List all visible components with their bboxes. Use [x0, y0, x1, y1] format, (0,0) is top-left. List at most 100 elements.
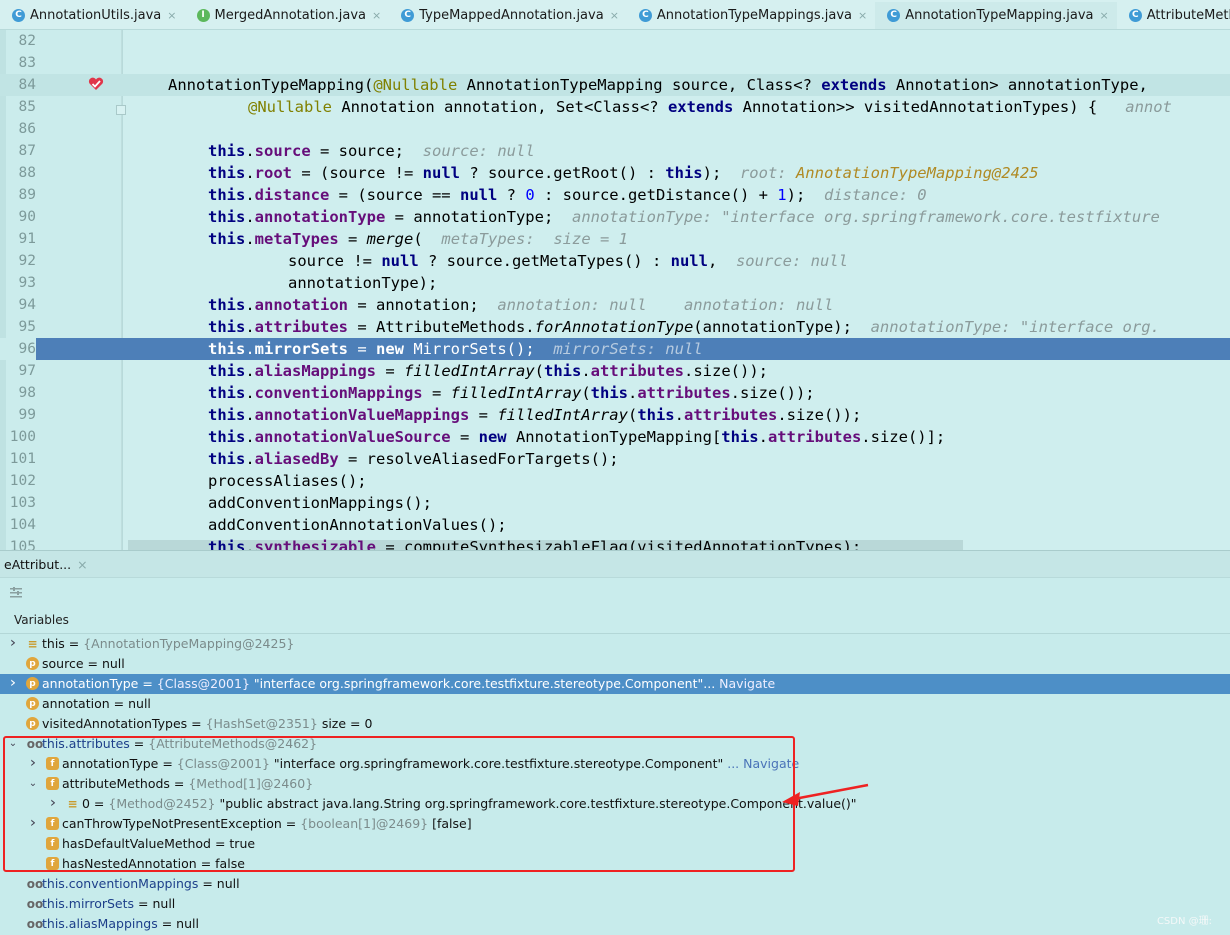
variable-row[interactable]: oo this.conventionMappings = null: [0, 874, 1230, 894]
variables-panel-title: Variables: [14, 613, 69, 627]
code-token: .size());: [684, 362, 768, 380]
code-token: Annotation> annotationType,: [886, 76, 1148, 94]
code-line-101[interactable]: 101 this.aliasedBy = resolveAliasedForTar…: [0, 448, 1230, 470]
line-number: 86: [18, 121, 36, 137]
variable-row[interactable]: p source = null: [0, 654, 1230, 674]
variable-type: {Class@2001}: [156, 676, 250, 691]
tab-5[interactable]: CAttributeMethods.java×: [1117, 0, 1230, 29]
code-token: attributes: [590, 362, 684, 380]
variable-row[interactable]: oo this.aliasMappings = null: [0, 914, 1230, 934]
variable-row[interactable]: p annotation = null: [0, 694, 1230, 714]
code-line-84[interactable]: 84 AnnotationTypeMapping(@Nullable Annota…: [0, 74, 1230, 96]
code-line-90[interactable]: 90 this.annotationType = annotationType; …: [0, 206, 1230, 228]
code-token: this: [665, 164, 703, 182]
variable-text: this.aliasMappings = null: [42, 916, 199, 931]
close-icon[interactable]: ×: [167, 9, 176, 22]
code-text: addConventionAnnotationValues();: [208, 516, 507, 534]
code-text: source != null ? source.getMetaTypes() :…: [288, 250, 848, 272]
debug-session-tab[interactable]: eAttribut... ×: [0, 551, 92, 579]
variable-row[interactable]: oo this.mirrorSets = null: [0, 894, 1230, 914]
code-line-99[interactable]: 99 this.annotationValueMappings = filledI…: [0, 404, 1230, 426]
code-line-93[interactable]: 93 annotationType);: [0, 272, 1230, 294]
code-token: ? source.getMetaTypes() :: [418, 252, 671, 270]
code-line-102[interactable]: 102 processAliases();: [0, 470, 1230, 492]
code-text: this.source = source; source: null: [208, 140, 535, 162]
tab-2[interactable]: C TypeMappedAnnotation.java ×: [389, 0, 627, 29]
code-line-103[interactable]: 103 addConventionMappings();: [0, 492, 1230, 514]
code-token: merge: [366, 230, 414, 248]
code-token: );: [786, 186, 806, 204]
code-token: null: [670, 252, 708, 270]
variable-row[interactable]: › ≡ this = {AnnotationTypeMapping@2425}: [0, 634, 1230, 654]
close-icon[interactable]: ×: [1100, 9, 1109, 22]
code-line-88[interactable]: 88 this.root = (source != null ? source.g…: [0, 162, 1230, 184]
variable-name: annotationType: [42, 676, 139, 691]
tab-4[interactable]: C AnnotationTypeMapping.java ×: [875, 1, 1117, 29]
breakpoint-icon[interactable]: [88, 77, 104, 91]
code-line-95[interactable]: 95 this.attributes = AttributeMethods.for…: [0, 316, 1230, 338]
code-token: 1: [777, 186, 787, 204]
code-token: this: [208, 142, 246, 160]
code-editor[interactable]: 82 83 84 AnnotationTypeMapping(@Nullable …: [0, 30, 1230, 550]
code-line-85[interactable]: 85 @Nullable Annotation annotation, Set<C…: [0, 96, 1230, 118]
code-line-82[interactable]: 82: [0, 30, 1230, 52]
line-number: 96: [0, 338, 36, 360]
code-line-104[interactable]: 104 addConventionAnnotationValues();: [0, 514, 1230, 536]
close-icon[interactable]: ×: [372, 9, 381, 22]
code-token: AnnotationTypeMapping source, Class<?: [457, 76, 822, 94]
tab-3[interactable]: C AnnotationTypeMappings.java ×: [627, 0, 875, 29]
code-line-87[interactable]: 87 this.source = source; source: null: [0, 140, 1230, 162]
inline-debug-hint: distance: 0: [823, 186, 927, 204]
code-token: = annotationType;: [385, 208, 554, 226]
code-token: ,: [707, 252, 718, 270]
code-token: .: [245, 318, 255, 336]
line-number: 105: [9, 539, 36, 550]
line-number: 97: [18, 363, 36, 379]
parameter-icon: p: [26, 697, 39, 710]
class-file-icon: C: [401, 8, 415, 22]
tab-label: AttributeMethods.java: [1146, 7, 1230, 23]
variable-row[interactable]: › p annotationType = {Class@2001} "interfa…: [0, 674, 1230, 694]
inline-debug-hint: root:: [739, 164, 796, 182]
code-token: .: [674, 406, 684, 424]
close-icon[interactable]: ×: [77, 557, 87, 572]
close-icon[interactable]: ×: [858, 9, 867, 22]
code-line-83[interactable]: 83: [0, 52, 1230, 74]
code-text: addConventionMappings();: [208, 494, 432, 512]
code-line-98[interactable]: 98 this.conventionMappings = filledIntArr…: [0, 382, 1230, 404]
code-token: .: [245, 362, 255, 380]
code-line-86[interactable]: 86: [0, 118, 1230, 140]
code-line-105[interactable]: 105 this.synthesizable = computeSynthesiz…: [0, 536, 1230, 550]
code-line-97[interactable]: 97 this.aliasMappings = filledIntArray(th…: [0, 360, 1230, 382]
fold-marker-icon[interactable]: [116, 105, 126, 115]
tab-0[interactable]: C AnnotationUtils.java ×: [0, 0, 185, 29]
code-line-100[interactable]: 100 this.annotationValueSource = new Anno…: [0, 426, 1230, 448]
code-token: this: [208, 340, 246, 358]
code-token: =: [338, 230, 367, 248]
variable-row[interactable]: p visitedAnnotationTypes = {HashSet@2351}…: [0, 714, 1230, 734]
tab-1[interactable]: I MergedAnnotation.java ×: [185, 0, 390, 29]
code-line-92[interactable]: 92 source != null ? source.getMetaTypes()…: [0, 250, 1230, 272]
line-number: 104: [9, 517, 36, 533]
class-file-icon: C: [887, 8, 901, 22]
close-icon[interactable]: ×: [610, 9, 619, 22]
code-line-89[interactable]: 89 this.distance = (source == null ? 0 : …: [0, 184, 1230, 206]
code-text: this.annotationType = annotationType; an…: [208, 206, 1160, 228]
code-line-96-execution-point[interactable]: 96 this.mirrorSets = new MirrorSets(); mi…: [0, 338, 1230, 360]
inline-debug-hint: AnnotationTypeMapping@2425: [795, 164, 1039, 182]
code-line-91[interactable]: 91 this.metaTypes = merge( metaTypes: siz…: [0, 228, 1230, 250]
line-number: 91: [18, 231, 36, 247]
variable-text: annotationType = {Class@2001} "interface…: [42, 676, 776, 691]
navigate-link[interactable]: Navigate: [719, 676, 775, 691]
inline-debug-hint: annot: [1125, 98, 1172, 116]
code-token: (annotationType);: [693, 318, 852, 336]
line-number: 100: [9, 429, 36, 445]
code-token: = (source ==: [329, 186, 460, 204]
line-number: 102: [9, 473, 36, 489]
code-line-94[interactable]: 94 this.annotation = annotation; annotati…: [0, 294, 1230, 316]
code-token: conventionMappings: [254, 384, 423, 402]
code-token: root: [254, 164, 292, 182]
code-text: processAliases();: [208, 472, 367, 490]
layout-settings-icon[interactable]: [9, 586, 23, 598]
debug-session-label: eAttribut...: [4, 557, 72, 572]
